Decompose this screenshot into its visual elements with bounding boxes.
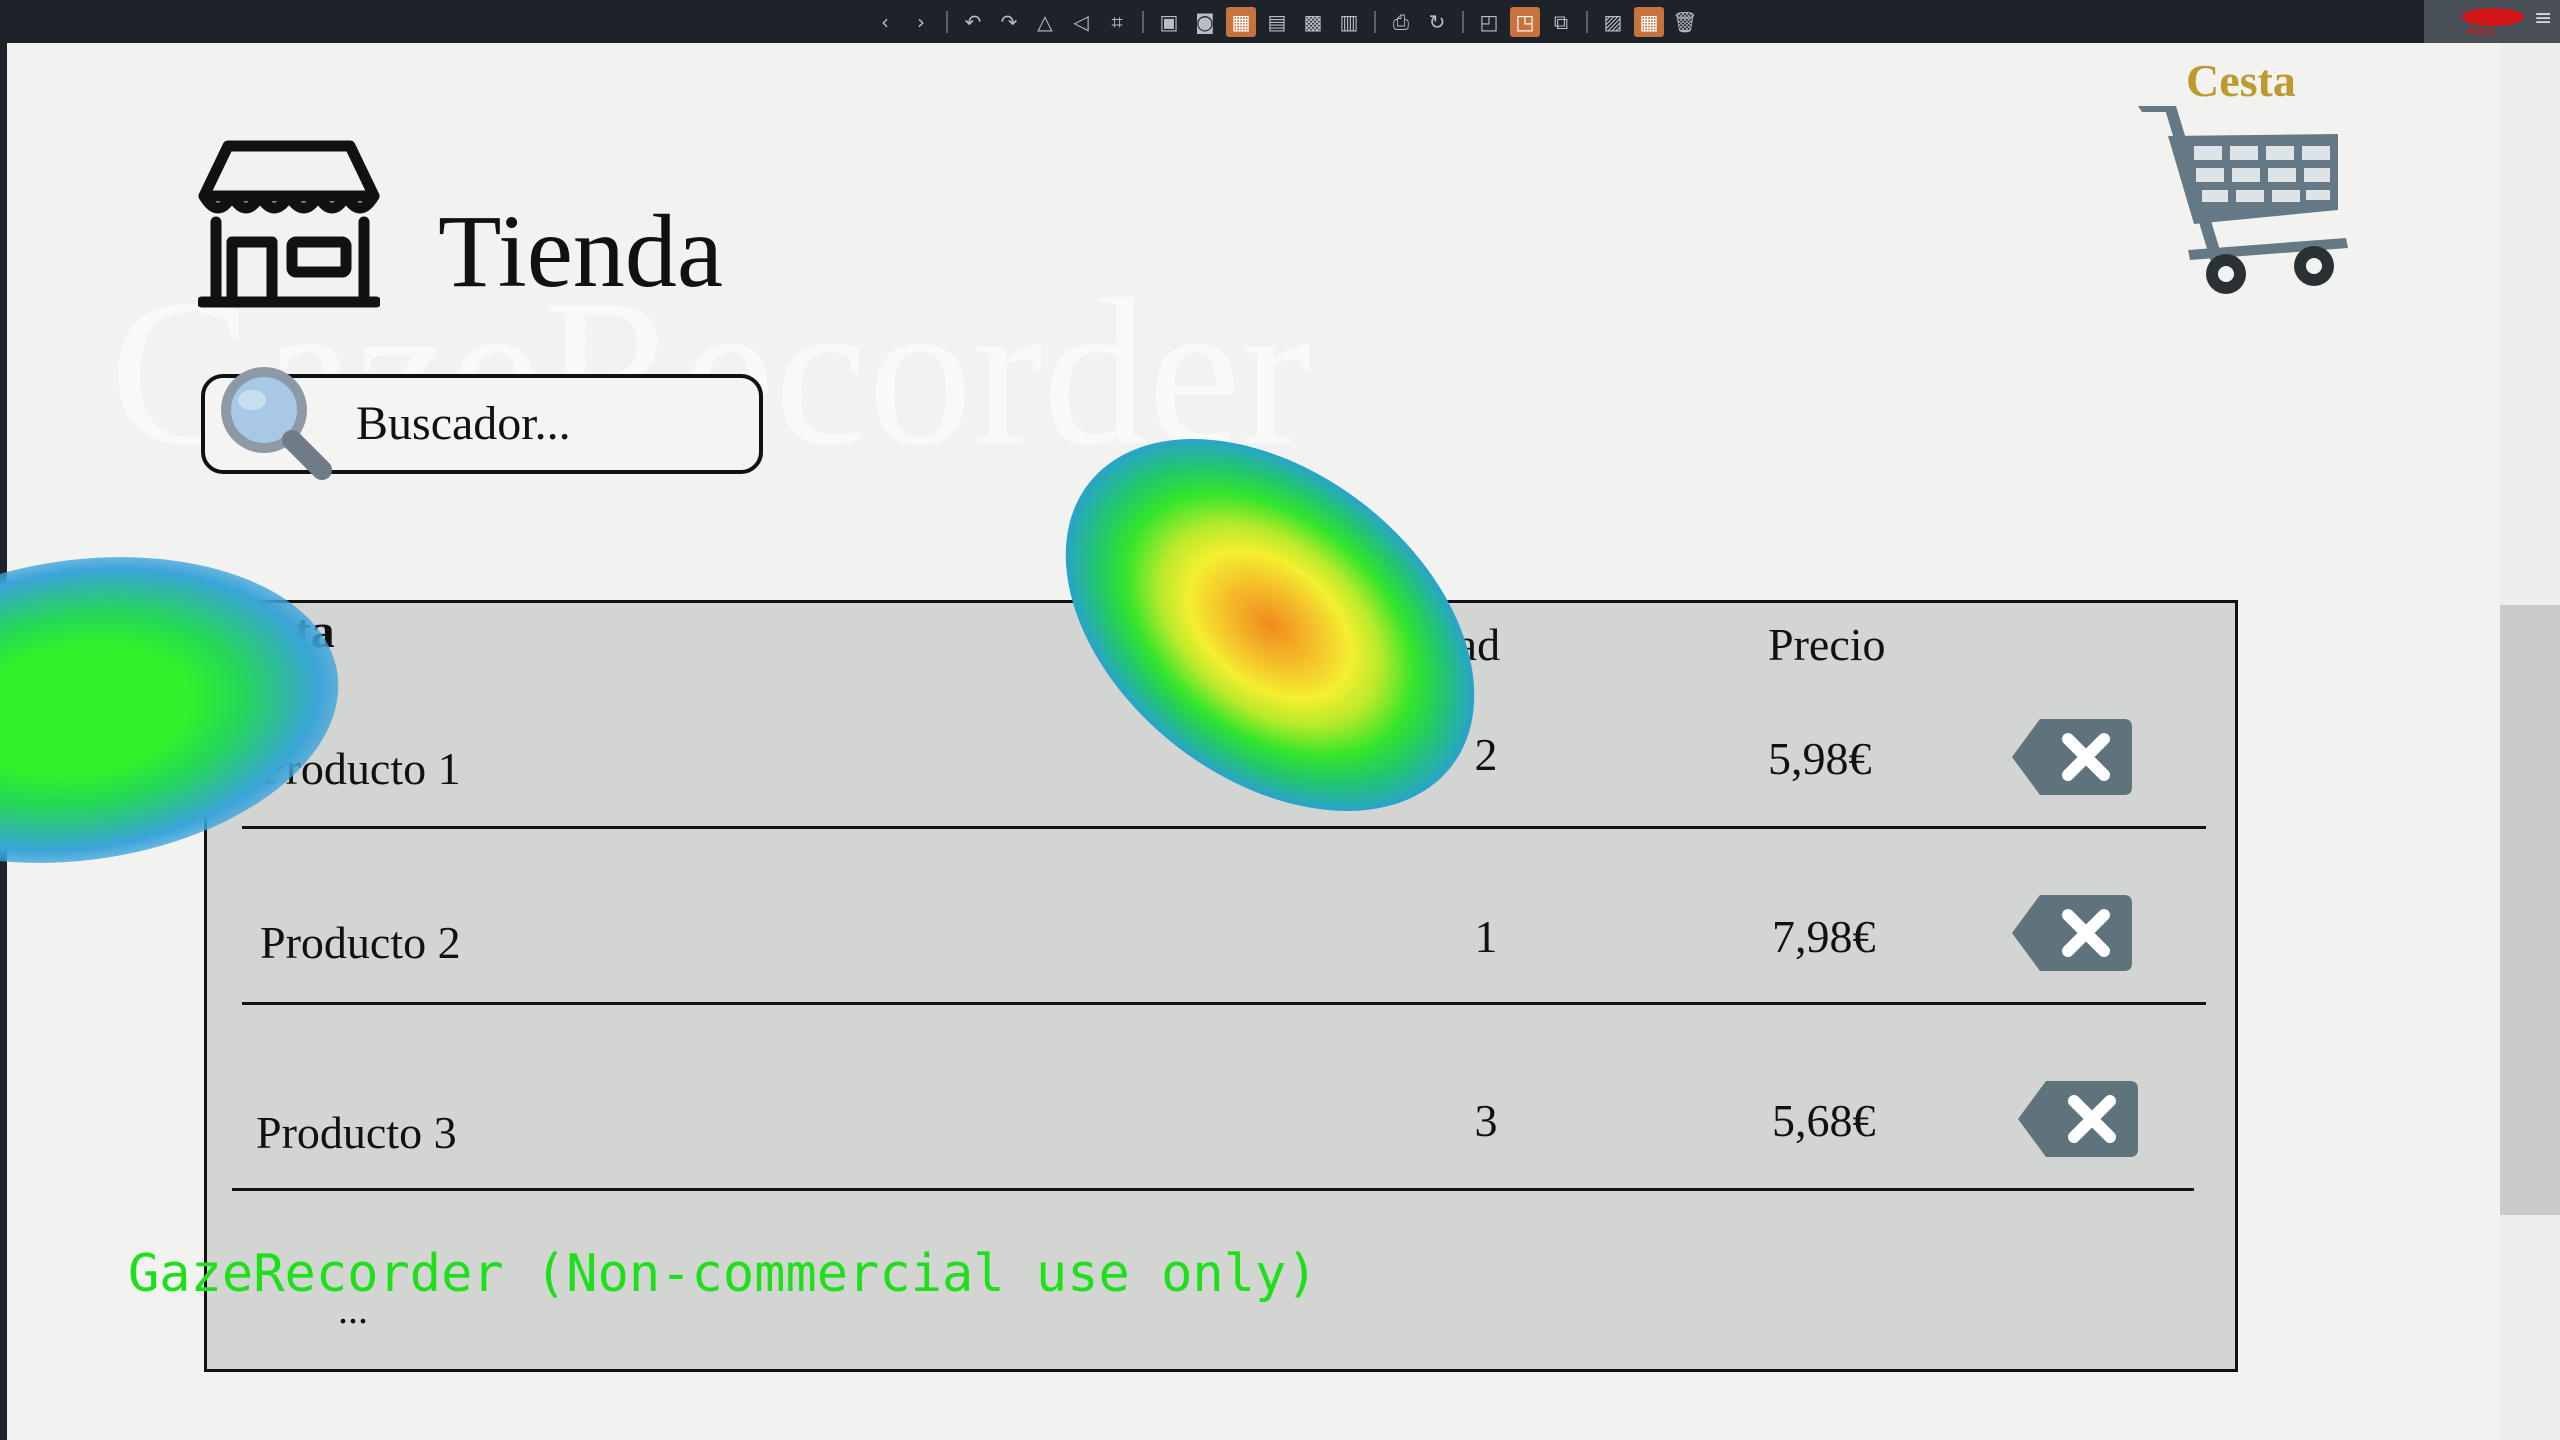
toolbar-separator xyxy=(946,11,948,33)
resize-icon[interactable]: ◰ xyxy=(1474,7,1504,37)
backspace-x-icon xyxy=(2012,719,2132,795)
chevron-left-icon[interactable]: ‹ xyxy=(870,7,900,37)
shopping-cart-icon[interactable] xyxy=(2132,98,2352,304)
crop-icon[interactable]: ⌗ xyxy=(1102,7,1132,37)
column-header-price: Precio xyxy=(1768,619,1886,670)
scrollbar-thumb[interactable] xyxy=(2500,605,2560,1215)
page-title: Tienda xyxy=(438,194,724,309)
photo-icon[interactable]: ▨ xyxy=(1598,7,1628,37)
row-divider xyxy=(232,1188,2194,1191)
basket-row-name: Producto 2 xyxy=(260,917,461,968)
image-icon[interactable]: ▣ xyxy=(1154,7,1184,37)
mirror-icon[interactable]: ◁ xyxy=(1066,7,1096,37)
search-input[interactable] xyxy=(356,390,746,456)
viewer-toolbar: ‹ › ↶ ↷ △ ◁ ⌗ ▣ ◙ ▦ ▤ ▩ ▥ ⎙ ↻ ◰ ◳ ⧉ ▨ ▦ … xyxy=(0,0,2560,43)
non-commercial-notice: GazeRecorder (Non-commercial use only) xyxy=(128,1244,1318,1304)
magnifier-icon xyxy=(221,367,332,480)
delete-button[interactable] xyxy=(2012,893,2132,973)
toolbar-separator xyxy=(1462,11,1464,33)
compare-icon[interactable]: ⧉ xyxy=(1546,7,1576,37)
basket-title: Cesta xyxy=(220,605,335,658)
basket-row-price: 5,98€ xyxy=(1768,733,1872,784)
row-divider xyxy=(242,1002,2206,1005)
recording-indicator[interactable]: REC ≡ xyxy=(2424,0,2560,43)
redo-icon[interactable]: ↷ xyxy=(994,7,1024,37)
left-edge-bar xyxy=(0,43,7,1440)
column-header-quantity: Cantidad xyxy=(1334,619,1501,670)
rec-label: REC xyxy=(2468,26,2498,38)
align-icon[interactable]: ▥ xyxy=(1334,7,1364,37)
undo-icon[interactable]: ↶ xyxy=(958,7,988,37)
refresh-icon[interactable]: ↻ xyxy=(1422,7,1452,37)
expand-icon[interactable]: ◳ xyxy=(1510,7,1540,37)
toolbar-separator xyxy=(1142,11,1144,33)
basket-row-quantity: 2 xyxy=(1474,729,1498,780)
tiles-icon[interactable]: ▦ xyxy=(1634,7,1664,37)
basket-row-quantity: 1 xyxy=(1474,911,1498,962)
basket-row-price: 5,68€ xyxy=(1772,1095,1876,1146)
hamburger-menu-icon[interactable]: ≡ xyxy=(2534,8,2556,30)
delete-button[interactable] xyxy=(2018,1079,2138,1159)
row-divider xyxy=(242,826,2206,829)
grid-icon[interactable]: ▩ xyxy=(1298,7,1328,37)
toolbar-separator xyxy=(1586,11,1588,33)
flip-icon[interactable]: △ xyxy=(1030,7,1060,37)
frame-icon[interactable]: ▤ xyxy=(1262,7,1292,37)
basket-row-quantity: 3 xyxy=(1474,1095,1498,1146)
basket-row-price: 7,98€ xyxy=(1772,911,1876,962)
trash-icon[interactable]: 🗑 xyxy=(1670,7,1700,37)
print-icon[interactable]: ⎙ xyxy=(1386,7,1416,37)
record-dot-icon xyxy=(2462,8,2524,26)
chevron-right-icon[interactable]: › xyxy=(906,7,936,37)
toolbar-icons: ‹ › ↶ ↷ △ ◁ ⌗ ▣ ◙ ▦ ▤ ▩ ▥ ⎙ ↻ ◰ ◳ ⧉ ▨ ▦ … xyxy=(870,6,1700,38)
toolbar-separator xyxy=(1374,11,1376,33)
basket-row-name: Producto 3 xyxy=(256,1107,457,1158)
heatmap-icon[interactable]: ▦ xyxy=(1226,7,1256,37)
lock-icon[interactable]: ◙ xyxy=(1190,7,1220,37)
delete-button[interactable] xyxy=(2012,717,2132,797)
backspace-x-icon xyxy=(2012,895,2132,971)
backspace-x-icon xyxy=(2018,1081,2138,1157)
storefront-icon xyxy=(198,140,380,308)
basket-row-name: Producto 1 xyxy=(260,743,461,794)
